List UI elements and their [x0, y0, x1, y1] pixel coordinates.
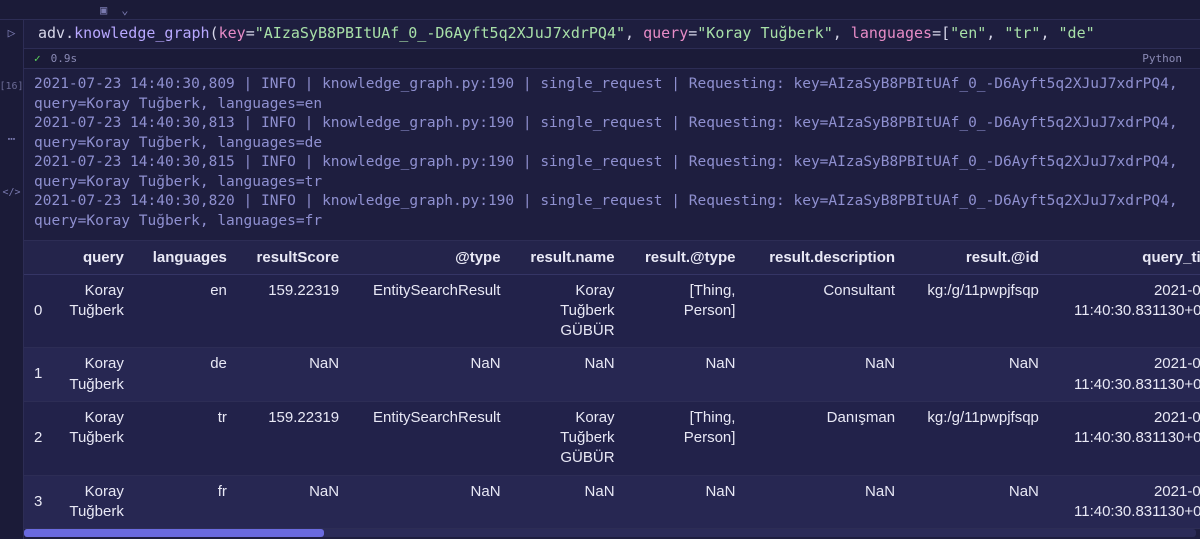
- table-header-index: [24, 241, 52, 275]
- code-token-eq2: =: [688, 24, 697, 42]
- table-cell: 2021-07-11:40:30.831130+00:: [1049, 401, 1200, 475]
- table-cell: de: [134, 348, 237, 402]
- code-token-list-open: [: [941, 24, 950, 42]
- table-cell: KorayTuğberk: [52, 348, 134, 402]
- table-body: 0KorayTuğberken159.22319EntitySearchResu…: [24, 274, 1200, 529]
- table-cell: KorayTuğberk: [52, 274, 134, 348]
- kernel-language: Python: [1142, 52, 1190, 65]
- code-token-open: (: [210, 24, 219, 42]
- code-token-lang-en: "en": [950, 24, 986, 42]
- table-cell: en: [134, 274, 237, 348]
- table-cell: NaN: [511, 475, 625, 529]
- code-token-lang-tr: "tr": [1004, 24, 1040, 42]
- table-cell: NaN: [745, 348, 905, 402]
- table-row: 1KorayTuğberkdeNaNNaNNaNNaNNaNNaN2021-07…: [24, 348, 1200, 402]
- output-more-icon[interactable]: ⋯: [8, 132, 16, 147]
- table-cell: 2021-07-11:40:30.831130+00:: [1049, 475, 1200, 529]
- cell-toolbar-icon-1[interactable]: ▣: [100, 3, 107, 17]
- code-token-obj: adv: [38, 24, 65, 42]
- code-token-sep2: ,: [833, 24, 851, 42]
- table-header-cell: query_tim: [1049, 241, 1200, 275]
- table-cell: [Thing,Person]: [625, 274, 746, 348]
- cell-toolbar-icon-2[interactable]: ⌄: [121, 3, 128, 17]
- cell-gutter: ▷ [16] ⋯ </>: [0, 20, 24, 539]
- table-cell: 159.22319: [237, 274, 349, 348]
- table-cell: fr: [134, 475, 237, 529]
- cell-execution-count: [16]: [0, 81, 24, 92]
- code-cell[interactable]: adv.knowledge_graph(key="AIzaSyB8PBItUAf…: [24, 20, 1200, 49]
- code-token-query-val: "Koray Tuğberk": [697, 24, 832, 42]
- table-header-cell: languages: [134, 241, 237, 275]
- main-area: adv.knowledge_graph(key="AIzaSyB8PBItUAf…: [24, 20, 1200, 539]
- code-token-sep1: ,: [625, 24, 643, 42]
- output-code-icon[interactable]: </>: [2, 187, 20, 198]
- table-row: 0KorayTuğberken159.22319EntitySearchResu…: [24, 274, 1200, 348]
- table-header-cell: resultScore: [237, 241, 349, 275]
- table-header-cell: @type: [349, 241, 510, 275]
- table-cell: kg:/g/11pwpjfsqp: [905, 401, 1049, 475]
- code-token-key-kw: key: [219, 24, 246, 42]
- table-cell: NaN: [237, 475, 349, 529]
- table-cell: NaN: [511, 348, 625, 402]
- code-token-eq1: =: [246, 24, 255, 42]
- horizontal-scrollbar-thumb[interactable]: [24, 529, 324, 537]
- table-header-cell: result.description: [745, 241, 905, 275]
- table-cell: Consultant: [745, 274, 905, 348]
- table-header-cell: result.@id: [905, 241, 1049, 275]
- table-cell: kg:/g/11pwpjfsqp: [905, 274, 1049, 348]
- table-row: 3KorayTuğberkfrNaNNaNNaNNaNNaNNaN2021-07…: [24, 475, 1200, 529]
- dataframe-table: querylanguagesresultScore@typeresult.nam…: [24, 241, 1200, 530]
- dataframe-output[interactable]: querylanguagesresultScore@typeresult.nam…: [24, 241, 1200, 530]
- table-cell: NaN: [905, 348, 1049, 402]
- table-row-index: 1: [24, 348, 52, 402]
- code-token-key-val: "AIzaSyB8PBItUAf_0_-D6Ayft5q2XJuJ7xdrPQ4…: [255, 24, 625, 42]
- code-token-fn: knowledge_graph: [74, 24, 209, 42]
- table-cell: EntitySearchResult: [349, 274, 510, 348]
- table-cell: EntitySearchResult: [349, 401, 510, 475]
- code-token-comma1: ,: [986, 24, 1004, 42]
- success-check-icon: ✓: [34, 52, 41, 65]
- table-cell: Danışman: [745, 401, 905, 475]
- table-cell: NaN: [745, 475, 905, 529]
- table-header-cell: result.name: [511, 241, 625, 275]
- cell-status-bar: ✓ 0.9s Python: [24, 49, 1200, 69]
- run-cell-icon[interactable]: ▷: [8, 26, 16, 41]
- table-cell: 159.22319: [237, 401, 349, 475]
- table-header-cell: query: [52, 241, 134, 275]
- table-row-index: 2: [24, 401, 52, 475]
- table-cell: KorayTuğberk: [52, 475, 134, 529]
- table-cell: KorayTuğberkGÜBÜR: [511, 274, 625, 348]
- code-token-lang-de: "de": [1059, 24, 1095, 42]
- execution-time: 0.9s: [51, 52, 78, 65]
- table-row: 2KorayTuğberktr159.22319EntitySearchResu…: [24, 401, 1200, 475]
- table-cell: NaN: [349, 475, 510, 529]
- table-cell: NaN: [349, 348, 510, 402]
- code-token-langs-kw: languages: [851, 24, 932, 42]
- table-cell: tr: [134, 401, 237, 475]
- code-token-eq3: =: [932, 24, 941, 42]
- cell-toolbar: ▣ ⌄: [0, 0, 1200, 20]
- table-header-row: querylanguagesresultScore@typeresult.nam…: [24, 241, 1200, 275]
- table-cell: NaN: [905, 475, 1049, 529]
- table-cell: 2021-07-11:40:30.831130+00:: [1049, 348, 1200, 402]
- table-cell: KorayTuğberk: [52, 401, 134, 475]
- table-cell: 2021-07-11:40:30.831130+00:: [1049, 274, 1200, 348]
- table-cell: NaN: [625, 348, 746, 402]
- table-row-index: 0: [24, 274, 52, 348]
- table-cell: NaN: [625, 475, 746, 529]
- table-cell: KorayTuğberkGÜBÜR: [511, 401, 625, 475]
- table-cell: [Thing,Person]: [625, 401, 746, 475]
- table-row-index: 3: [24, 475, 52, 529]
- code-token-dot: .: [65, 24, 74, 42]
- table-header-cell: result.@type: [625, 241, 746, 275]
- horizontal-scrollbar[interactable]: [24, 529, 1196, 537]
- table-cell: NaN: [237, 348, 349, 402]
- log-output: 2021-07-23 14:40:30,809 | INFO | knowled…: [24, 69, 1200, 241]
- code-token-query-kw: query: [643, 24, 688, 42]
- code-token-comma2: ,: [1040, 24, 1058, 42]
